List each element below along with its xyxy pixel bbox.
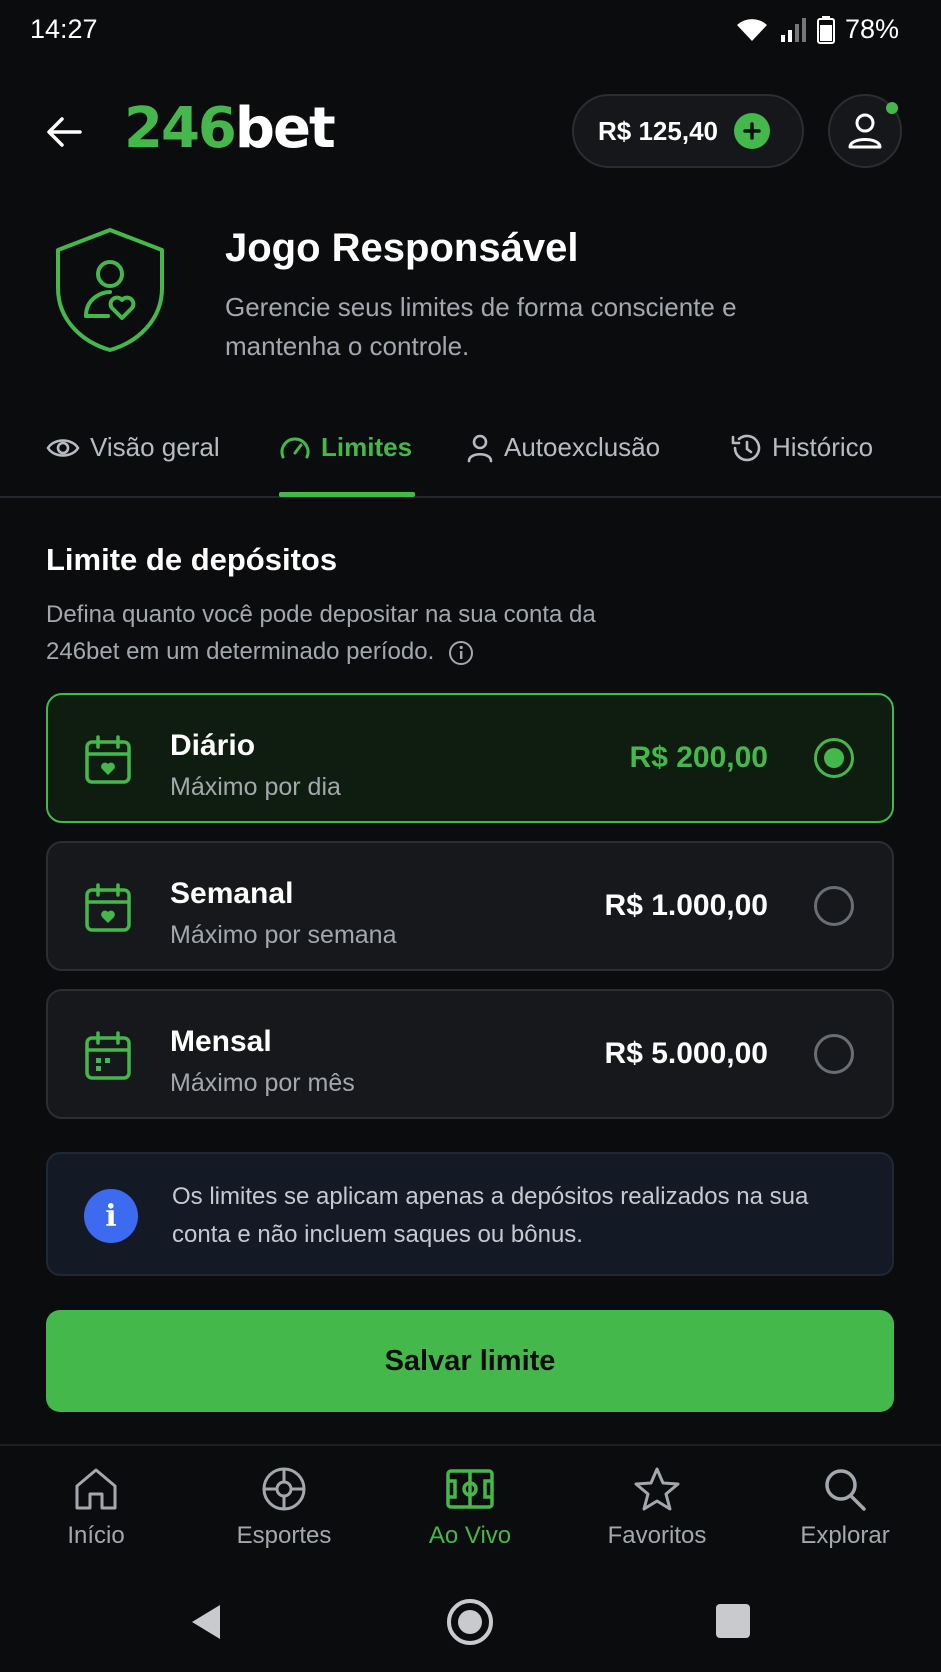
page-subtitle: Gerencie seus limites de forma conscient… <box>225 292 737 361</box>
nav-explore[interactable]: Explorar <box>775 1466 915 1550</box>
option-title: Mensal <box>170 1025 272 1058</box>
nav-home[interactable]: Início <box>26 1466 166 1550</box>
nav-sports[interactable]: Esportes <box>214 1466 354 1550</box>
option-title: Diário <box>170 729 256 762</box>
ball-icon <box>262 1467 306 1511</box>
battery-percent: 78% <box>844 14 899 44</box>
system-back-button[interactable] <box>188 1602 224 1642</box>
info-text: Os limites se aplicam apenas a depósitos… <box>172 1183 809 1248</box>
star-icon <box>634 1467 680 1511</box>
plus-icon <box>733 113 770 149</box>
radio-unselected[interactable] <box>814 1034 854 1074</box>
balance-amount: R$ 125,40 <box>598 115 718 146</box>
active-tab-indicator <box>279 492 415 497</box>
brand-logo[interactable]: 246bet <box>124 96 336 161</box>
radio-unselected[interactable] <box>814 886 854 926</box>
user-icon <box>848 113 882 149</box>
user-icon <box>467 434 493 462</box>
search-icon <box>825 1469 866 1511</box>
back-button[interactable] <box>38 106 90 158</box>
option-title: Semanal <box>170 877 294 910</box>
system-home-button[interactable] <box>446 1598 494 1646</box>
signal-icon <box>779 17 807 43</box>
nav-favorites[interactable]: Favoritos <box>587 1466 727 1550</box>
page-title: Jogo Responsável <box>225 226 579 270</box>
info-icon: i <box>84 1189 138 1243</box>
online-dot <box>886 102 898 114</box>
calendar-icon <box>84 735 132 785</box>
home-icon <box>75 1468 117 1510</box>
nav-live[interactable]: Ao Vivo <box>400 1466 540 1550</box>
tab-self-exclusion[interactable]: Autoexclusão <box>466 432 660 463</box>
save-limit-button[interactable]: Salvar limite <box>46 1310 894 1412</box>
option-daily[interactable]: Diário Máximo por dia R$ 200,00 <box>46 693 894 823</box>
option-amount: R$ 1.000,00 <box>604 889 768 922</box>
calendar-icon <box>84 883 132 933</box>
option-subtitle: Máximo por dia <box>170 773 341 801</box>
field-icon <box>446 1469 494 1509</box>
option-weekly[interactable]: Semanal Máximo por semana R$ 1.000,00 <box>46 841 894 971</box>
option-amount: R$ 5.000,00 <box>604 1037 768 1070</box>
option-monthly[interactable]: Mensal Máximo por mês R$ 5.000,00 <box>46 989 894 1119</box>
bottom-nav: Início Esportes Ao Vivo Favoritos Explor… <box>0 1444 941 1574</box>
option-amount: R$ 200,00 <box>629 741 768 774</box>
status-icons: 78% <box>735 14 899 45</box>
history-icon <box>731 434 761 461</box>
home-circle-icon <box>447 1599 493 1645</box>
option-subtitle: Máximo por semana <box>170 921 397 949</box>
radio-selected[interactable] <box>814 738 854 778</box>
section-description: Defina quanto você pode depositar na sua… <box>46 601 596 666</box>
section-title: Limite de depósitos <box>46 542 338 577</box>
system-recents-button[interactable] <box>716 1604 750 1638</box>
battery-icon <box>816 15 835 44</box>
arrow-left-icon <box>47 117 82 147</box>
tab-history[interactable]: Histórico <box>730 432 873 463</box>
tab-bar: Visão geral Limites Autoexclusão Históri… <box>0 418 941 498</box>
wifi-icon <box>735 17 769 43</box>
shield-heart-icon <box>52 226 168 354</box>
eye-icon <box>46 438 80 457</box>
triangle-back-icon <box>192 1605 220 1639</box>
info-circle-icon[interactable] <box>448 640 474 666</box>
tab-overview[interactable]: Visão geral <box>46 432 220 463</box>
status-time: 14:27 <box>30 14 98 44</box>
info-notice: i Os limites se aplicam apenas a depósit… <box>46 1152 894 1276</box>
profile-button[interactable] <box>828 94 902 168</box>
tab-limits[interactable]: Limites <box>279 432 412 463</box>
gauge-icon <box>280 437 310 458</box>
option-subtitle: Máximo por mês <box>170 1069 355 1097</box>
balance-button[interactable]: R$ 125,40 <box>572 94 804 168</box>
calendar-icon <box>84 1031 132 1081</box>
